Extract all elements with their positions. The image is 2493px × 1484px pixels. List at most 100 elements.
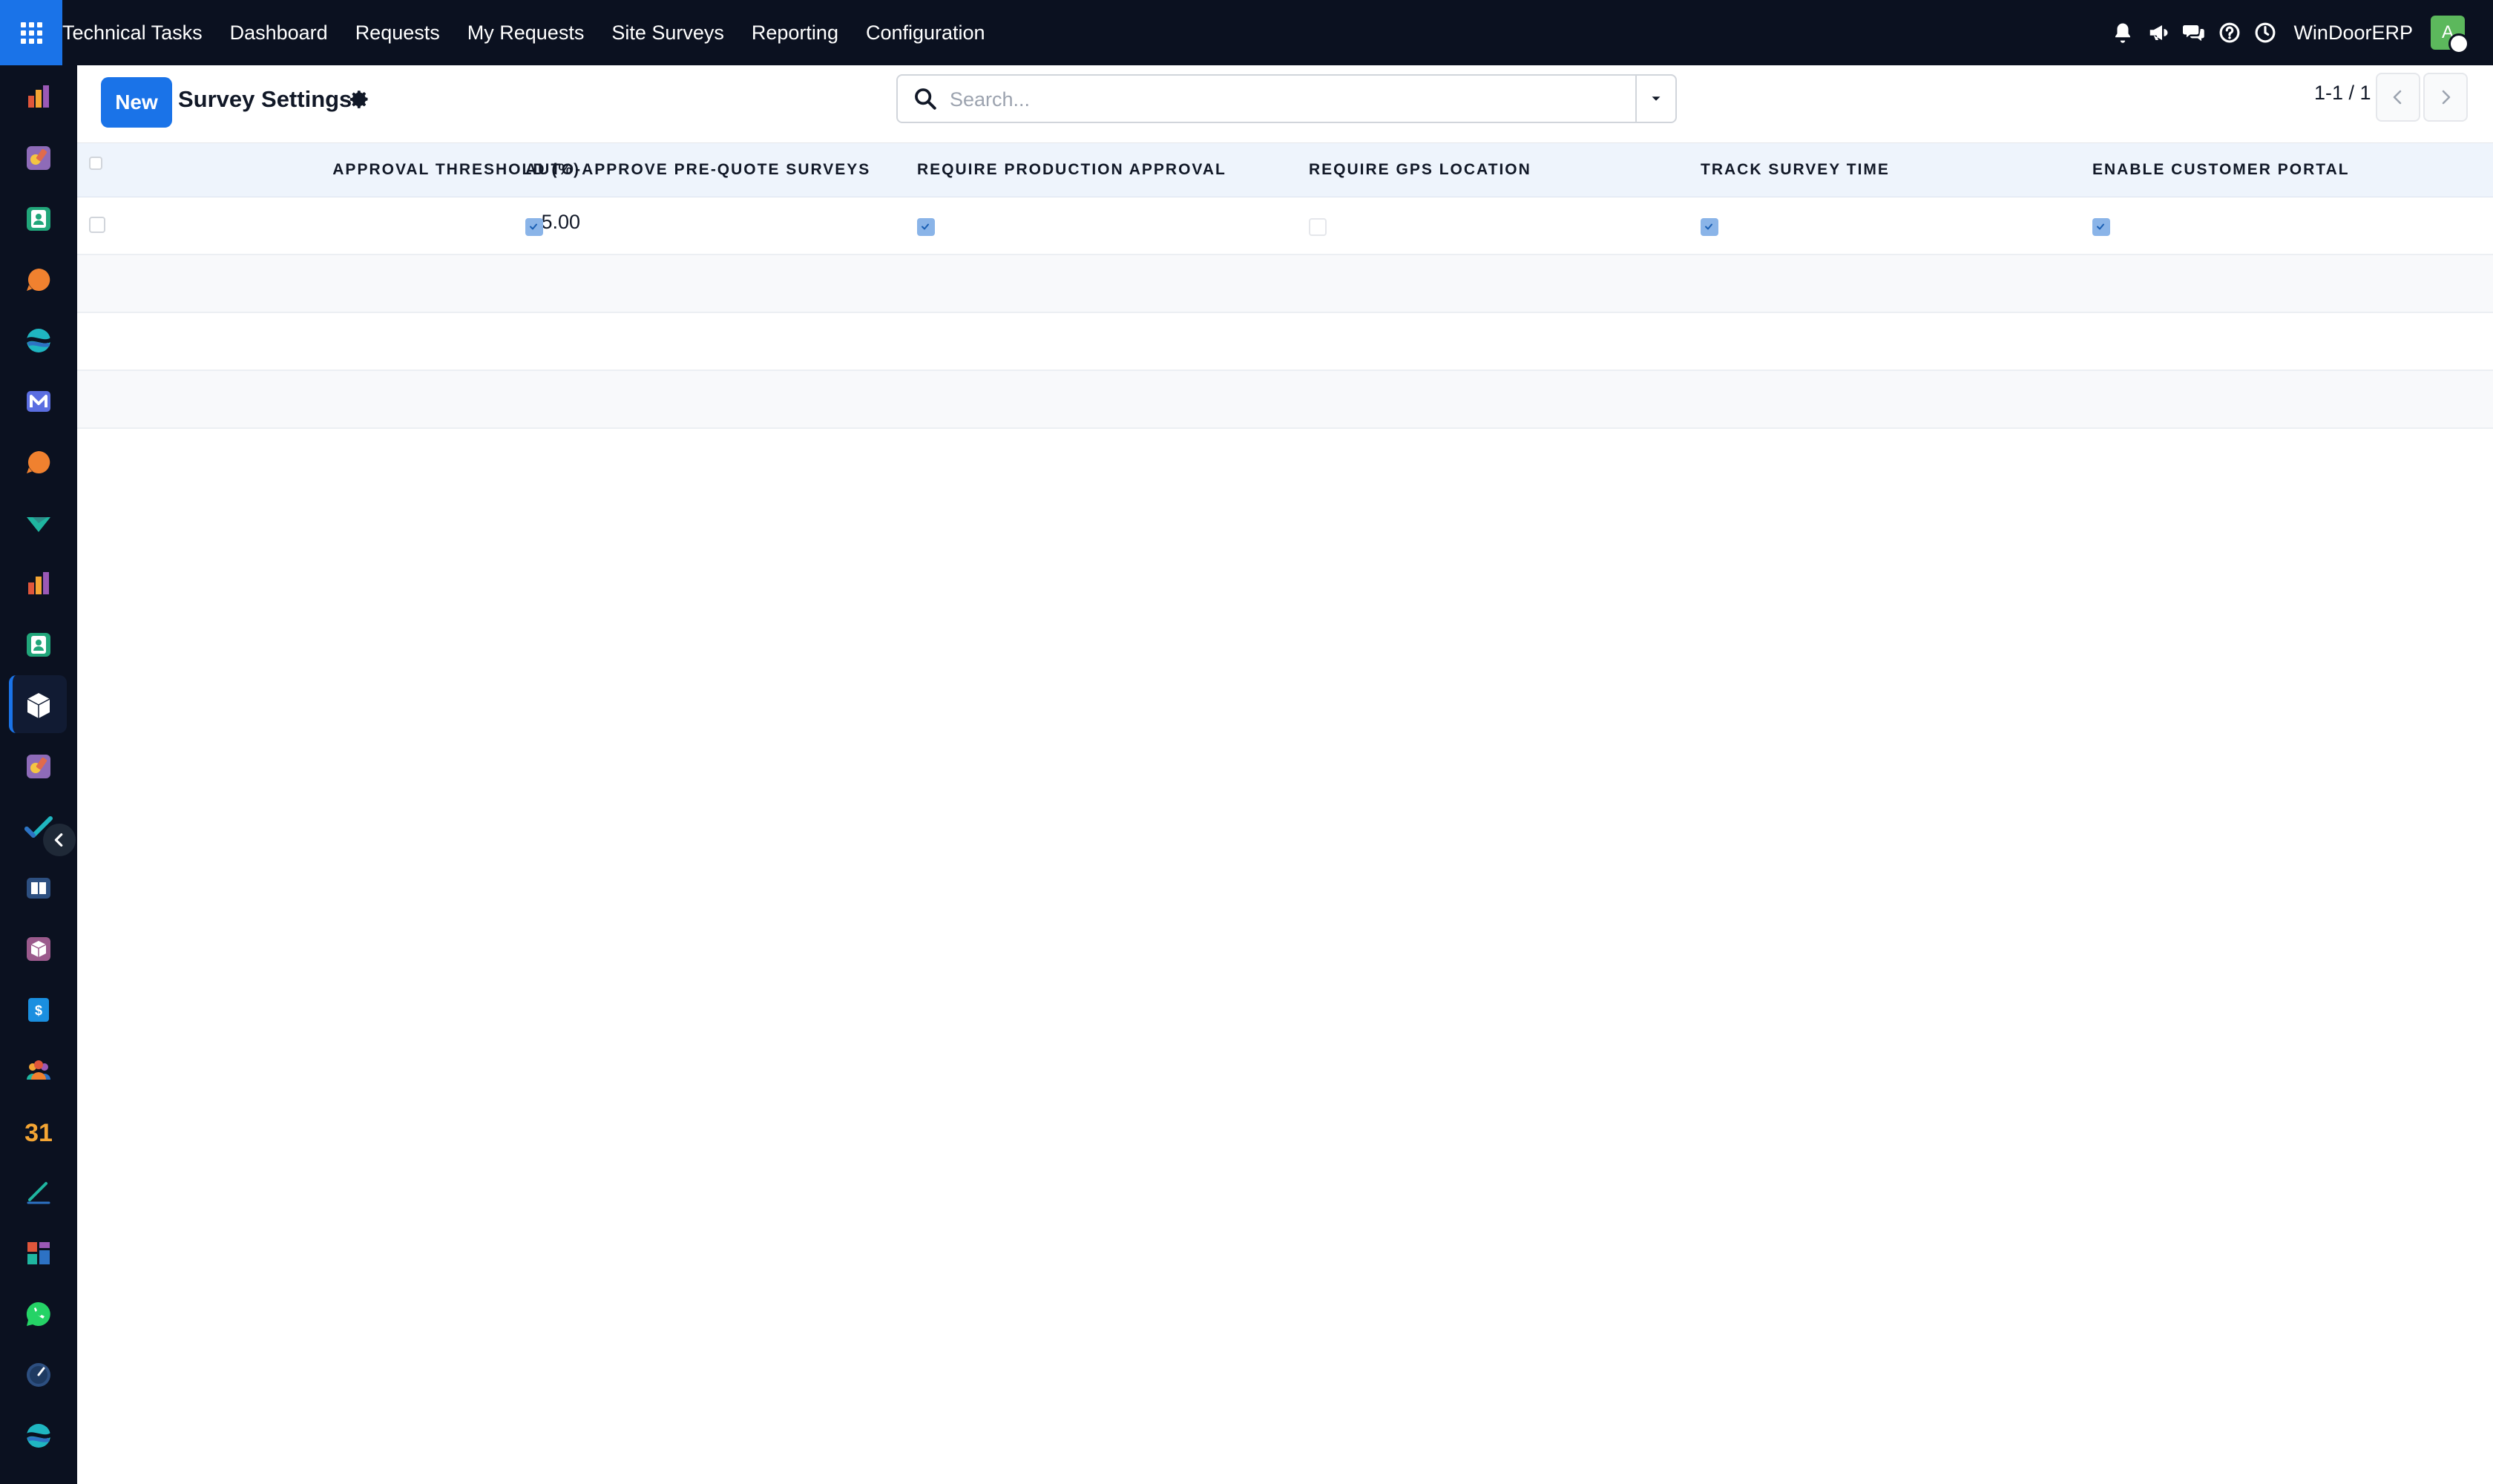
- cell-auto-approve-checkbox[interactable]: [525, 218, 543, 236]
- pager-value[interactable]: 1-1 / 1: [2314, 82, 2371, 105]
- timer-icon: [24, 1360, 53, 1390]
- sidebar-app-3[interactable]: [0, 188, 77, 249]
- avatar[interactable]: A: [2431, 16, 2469, 54]
- pager-next-button[interactable]: [2423, 73, 2468, 122]
- search-icon: [915, 88, 936, 110]
- sidebar-app-1[interactable]: [0, 67, 77, 128]
- menu-technical-tasks[interactable]: Technical Tasks: [62, 22, 203, 45]
- checkmark-icon: [24, 812, 53, 842]
- checkmark-icon: [530, 223, 537, 230]
- contact-icon: [24, 204, 53, 234]
- svg-text:31: 31: [24, 1119, 53, 1146]
- cell-track-time-checkbox[interactable]: [1701, 218, 1718, 236]
- column-header-track-survey-time[interactable]: Track Survey Time: [1701, 143, 1890, 197]
- svg-text:$: $: [35, 1003, 42, 1018]
- select-all-checkbox[interactable]: [89, 157, 102, 170]
- cell-require-gps-checkbox[interactable]: [1309, 218, 1327, 236]
- empty-row: [77, 371, 2493, 429]
- menu-my-requests[interactable]: My Requests: [467, 22, 585, 45]
- list-table: Approval Threshold (%) Auto-Approve Pre-…: [77, 142, 2493, 429]
- pager-previous-button[interactable]: [2376, 73, 2420, 122]
- systray: WinDoorERP A: [2105, 0, 2493, 65]
- sidebar-app-7[interactable]: [0, 432, 77, 493]
- column-header-enable-customer-portal[interactable]: Enable Customer Portal: [2092, 143, 2350, 197]
- main-menu: Technical Tasks Dashboard Requests My Re…: [62, 0, 1013, 65]
- sidebar-app-23[interactable]: [0, 1405, 77, 1466]
- tools-icon: [24, 143, 53, 173]
- column-header-auto-approve[interactable]: Auto-Approve Pre-Quote Surveys: [525, 143, 870, 197]
- sidebar-app-15[interactable]: [0, 919, 77, 979]
- sidebar-app-14[interactable]: [0, 858, 77, 919]
- sidebar-app-10[interactable]: [0, 614, 77, 675]
- sign-icon: [24, 1178, 53, 1207]
- search-options-toggle[interactable]: [1635, 76, 1675, 122]
- gear-icon[interactable]: [349, 89, 371, 111]
- menu-reporting[interactable]: Reporting: [752, 22, 838, 45]
- megaphone-icon[interactable]: [2141, 0, 2176, 65]
- column-header-require-production-approval[interactable]: Require Production Approval: [917, 143, 1226, 197]
- menu-dashboard[interactable]: Dashboard: [230, 22, 328, 45]
- empty-row: [77, 313, 2493, 371]
- calendar-icon: 31: [24, 1117, 53, 1146]
- bell-icon[interactable]: [2105, 0, 2141, 65]
- contact-icon: [24, 630, 53, 660]
- app-sidebar: $ 31: [0, 65, 77, 1484]
- row-select-checkbox[interactable]: [89, 217, 105, 233]
- cell-require-production-checkbox[interactable]: [917, 218, 935, 236]
- grid-icon: [20, 22, 42, 44]
- sidebar-app-9[interactable]: [0, 554, 77, 614]
- clock-icon[interactable]: [2247, 0, 2283, 65]
- sidebar-app-20[interactable]: [0, 1223, 77, 1284]
- package-icon: [24, 934, 53, 964]
- sidebar-app-22[interactable]: [0, 1345, 77, 1405]
- app-menu-button[interactable]: [0, 0, 62, 65]
- box-icon: [24, 691, 53, 720]
- page-title: Survey Settings: [178, 86, 352, 112]
- sidebar-app-21[interactable]: [0, 1284, 77, 1345]
- chevron-left-icon: [2393, 90, 2402, 105]
- chat-bubble-icon: [24, 265, 53, 295]
- checkmark-icon: [922, 223, 929, 230]
- new-button[interactable]: New: [101, 77, 172, 128]
- chevron-left-icon: [54, 833, 63, 847]
- empty-row: [77, 255, 2493, 313]
- help-icon[interactable]: [2212, 0, 2247, 65]
- checkmark-icon: [1705, 223, 1712, 230]
- dashboard-icon: [24, 1238, 53, 1268]
- globe-icon: [24, 1421, 53, 1451]
- sidebar-app-5[interactable]: [0, 310, 77, 371]
- menu-site-surveys[interactable]: Site Surveys: [611, 22, 724, 45]
- column-header-require-gps-location[interactable]: Require GPS Location: [1309, 143, 1531, 197]
- invoice-icon: $: [24, 995, 53, 1025]
- sidebar-app-4[interactable]: [0, 249, 77, 310]
- sidebar-app-12[interactable]: [0, 736, 77, 797]
- people-icon: [24, 1056, 53, 1086]
- sidebar-app-19[interactable]: [0, 1162, 77, 1223]
- sidebar-app-18[interactable]: 31: [0, 1101, 77, 1162]
- mail-icon: [24, 387, 53, 416]
- whatsapp-icon: [24, 1299, 53, 1329]
- sidebar-app-16[interactable]: $: [0, 979, 77, 1040]
- sidebar-app-11[interactable]: [0, 675, 77, 736]
- top-navbar: Technical Tasks Dashboard Requests My Re…: [0, 0, 2493, 65]
- company-switcher[interactable]: WinDoorERP: [2293, 22, 2413, 45]
- globe-icon: [24, 326, 53, 355]
- presence-dot: [2448, 33, 2469, 54]
- table-row[interactable]: 5.00: [77, 197, 2493, 255]
- cell-customer-portal-checkbox[interactable]: [2092, 218, 2110, 236]
- chart-icon: [24, 569, 53, 599]
- sidebar-app-2[interactable]: [0, 128, 77, 188]
- sidebar-app-6[interactable]: [0, 371, 77, 432]
- table-header: Approval Threshold (%) Auto-Approve Pre-…: [77, 142, 2493, 197]
- caret-down-icon: [1652, 96, 1661, 101]
- control-panel: New Survey Settings 1-1 / 1: [77, 65, 2493, 142]
- sidebar-app-8[interactable]: [0, 493, 77, 554]
- chevron-right-icon: [2442, 90, 2451, 105]
- chat-icon[interactable]: [2176, 0, 2212, 65]
- sidebar-app-17[interactable]: [0, 1040, 77, 1101]
- search-input[interactable]: [948, 82, 1619, 117]
- menu-requests[interactable]: Requests: [355, 22, 440, 45]
- menu-configuration[interactable]: Configuration: [866, 22, 985, 45]
- search-bar: [896, 74, 1677, 123]
- checkmark-icon: [2097, 223, 2104, 230]
